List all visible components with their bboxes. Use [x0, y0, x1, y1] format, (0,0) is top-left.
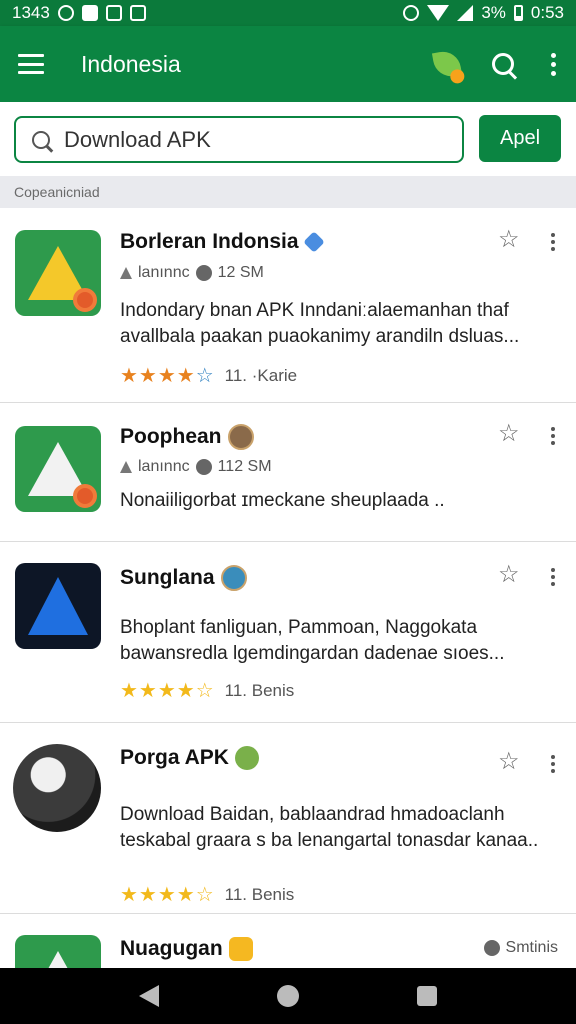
item-title-text: Borleran Indonsia	[120, 230, 299, 253]
status-left: 1343	[12, 3, 146, 23]
list-item[interactable]: Poophean lanınnc 112 SM Nonaiiligorbat ɪ…	[0, 404, 576, 542]
avatar-icon	[227, 424, 254, 450]
search-field[interactable]	[14, 116, 464, 163]
app-icon[interactable]	[15, 426, 101, 512]
favorite-star-icon[interactable]: ☆	[498, 563, 520, 587]
item-title[interactable]: Sunglana	[120, 565, 247, 591]
item-title-text: Poophean	[120, 425, 222, 448]
item-description: Download Baidan, bablaandrad hmadoaclanh…	[120, 804, 539, 851]
search-magnifier-icon	[32, 130, 50, 149]
back-icon[interactable]	[139, 985, 159, 1007]
favorite-star-icon[interactable]: ☆	[498, 228, 520, 252]
globe-icon	[483, 940, 500, 956]
globe-icon	[195, 459, 212, 475]
list-item[interactable]: Sunglana Bhoplant fanliguan, Pammoan, Na…	[0, 543, 576, 723]
item-rating: ★★★★☆ 11. Benis	[120, 678, 294, 703]
status-clock: 0:53	[530, 3, 564, 22]
item-more-icon[interactable]	[551, 233, 555, 251]
item-description: Nonaiiligorbat ɪmeckane sheuplaada ..	[120, 490, 445, 511]
avatar-icon	[220, 565, 247, 591]
navigation-bar	[0, 968, 576, 1024]
item-more-icon[interactable]	[551, 568, 555, 586]
whatsapp-icon	[57, 5, 74, 21]
section-header: Copeanicniad	[0, 176, 576, 208]
developer-icon	[120, 461, 132, 473]
menu-icon[interactable]	[18, 54, 44, 74]
item-description: Indondary bnan APK Inndaniːalaemanhan th…	[120, 300, 520, 347]
item-size: Smtinis	[505, 939, 558, 956]
item-size: 112 SM	[217, 458, 272, 475]
app-icon[interactable]	[15, 230, 101, 316]
search-icon[interactable]	[492, 53, 514, 75]
item-meta: lanınnc 112 SM	[120, 458, 272, 476]
leaf-icon[interactable]	[431, 48, 463, 80]
item-title[interactable]: Nuagugan	[120, 937, 253, 961]
search-submit-button[interactable]: Apel	[479, 115, 561, 162]
item-author: lanınnc	[138, 458, 190, 475]
item-title[interactable]: Poophean	[120, 424, 254, 450]
rating-text: 11. Benis	[224, 680, 295, 700]
globe-icon	[195, 265, 212, 281]
recent-apps-icon[interactable]	[417, 986, 437, 1006]
item-more-icon[interactable]	[551, 755, 555, 773]
rating-text: 11. ·Karie	[224, 365, 298, 385]
image-notification-icon	[105, 5, 122, 21]
home-notification-icon	[81, 5, 98, 21]
item-author: lanınnc	[138, 264, 190, 281]
app-icon[interactable]	[13, 744, 101, 832]
list-item[interactable]: Borleran Indonsia lanınnc 12 SM Indondar…	[0, 208, 576, 403]
rating-stars: ★★★★☆	[120, 365, 215, 387]
item-meta: Smtinis	[483, 939, 558, 957]
item-meta: lanınnc 12 SM	[120, 264, 264, 282]
app-icon[interactable]	[15, 563, 101, 649]
status-time-left: 1343	[12, 3, 50, 22]
battery-percent: 3%	[481, 3, 506, 22]
item-title-text: Nuagugan	[120, 937, 223, 960]
item-title-text: Porga APK	[120, 746, 229, 769]
favorite-star-icon[interactable]: ☆	[498, 750, 520, 774]
home-icon[interactable]	[277, 985, 299, 1007]
rating-stars: ★★★★☆	[120, 680, 215, 702]
item-title[interactable]: Porga APK	[120, 746, 259, 770]
status-right: 3% 0:53	[403, 3, 564, 23]
rating-stars: ★★★★☆	[120, 884, 215, 906]
verified-icon	[302, 231, 325, 253]
item-title-text: Sunglana	[120, 566, 215, 589]
battery-icon	[513, 5, 523, 21]
alarm-icon	[403, 5, 420, 21]
emoji-icon	[228, 937, 253, 961]
status-bar: 1343 3% 0:53	[0, 0, 576, 26]
item-rating: ★★★★☆ 11. Benis	[120, 882, 294, 907]
developer-icon	[120, 267, 132, 279]
item-description: Bhoplant fanliguan, Pammoan, Naggokata b…	[120, 617, 505, 664]
item-size: 12 SM	[217, 264, 264, 281]
rating-text: 11. Benis	[224, 884, 295, 904]
item-more-icon[interactable]	[551, 427, 555, 445]
news-notification-icon	[129, 5, 146, 21]
search-input[interactable]	[64, 126, 444, 153]
app-bar: Indonesia	[0, 26, 576, 102]
signal-icon	[457, 5, 474, 21]
emoji-icon	[234, 746, 259, 770]
more-vert-icon[interactable]	[548, 52, 558, 76]
wifi-icon	[427, 5, 450, 21]
list-item[interactable]: Porga APK Download Baidan, bablaandrad h…	[0, 724, 576, 914]
search-row: Apel	[0, 102, 576, 176]
favorite-star-icon[interactable]: ☆	[498, 422, 520, 446]
list-item[interactable]: Nuagugan Smtinis	[0, 915, 576, 1021]
app-title: Indonesia	[81, 50, 181, 77]
item-rating: ★★★★☆ 11. ·Karie	[120, 363, 297, 388]
item-title[interactable]: Borleran Indonsia	[120, 230, 325, 254]
